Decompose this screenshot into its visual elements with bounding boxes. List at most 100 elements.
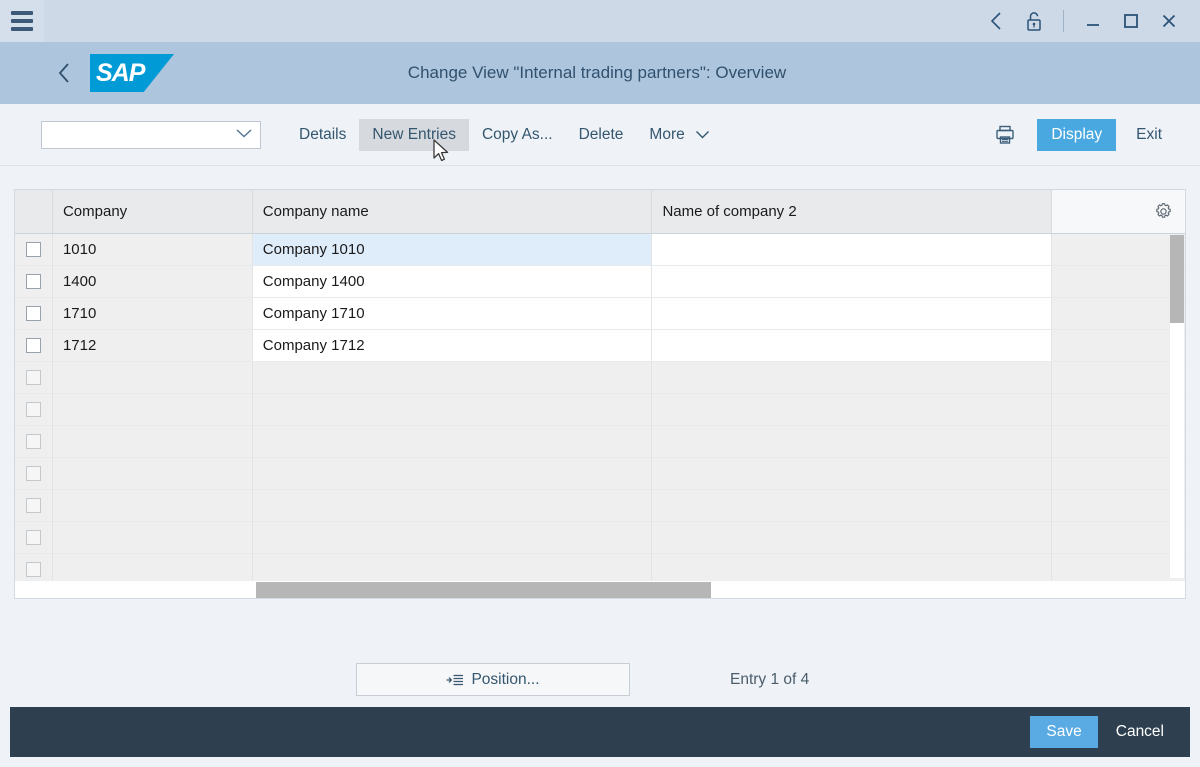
cell-company-name[interactable]: Company 1010 [252,234,653,265]
cell-tail [1052,330,1185,361]
select-all-header[interactable] [15,190,53,233]
copy-as-button[interactable]: Copy As... [469,119,566,151]
close-icon[interactable] [1150,0,1188,42]
table-body: 1010 Company 1010 1400 Company 1400 1710 Comp… [15,234,1185,586]
table-empty-row[interactable] [15,458,1185,490]
chevron-down-icon [695,126,710,143]
column-header-name-of-company-2[interactable]: Name of company 2 [652,190,1053,233]
position-button-label: Position... [471,670,540,688]
chevron-left-icon[interactable] [977,0,1015,42]
row-checkbox-cell[interactable] [15,394,53,425]
unlock-icon[interactable] [1015,0,1053,42]
cell-empty [1052,362,1185,393]
row-checkbox-cell[interactable] [15,266,53,297]
save-button[interactable]: Save [1030,716,1098,748]
row-checkbox-cell[interactable] [15,298,53,329]
entry-counter: Entry 1 of 4 [730,670,810,688]
gear-icon[interactable] [1154,202,1173,221]
cell-company[interactable]: 1400 [52,266,253,297]
row-checkbox[interactable] [25,242,41,257]
cell-name-of-company-2[interactable] [652,298,1053,329]
window-controls-divider [1063,10,1064,32]
row-checkbox-cell[interactable] [15,522,53,553]
cell-company[interactable]: 1710 [52,298,253,329]
cell-empty [52,490,253,521]
printer-icon[interactable] [985,115,1025,155]
position-button[interactable]: Position... [356,663,630,696]
row-checkbox-cell[interactable] [15,234,53,265]
cell-empty [1052,394,1185,425]
row-checkbox-cell[interactable] [15,362,53,393]
cell-name-of-company-2[interactable] [652,234,1053,265]
table-empty-row[interactable] [15,490,1185,522]
cell-company[interactable]: 1712 [52,330,253,361]
exit-button[interactable]: Exit [1124,119,1174,151]
column-header-company-name[interactable]: Company name [252,190,653,233]
back-chevron-icon[interactable] [38,42,90,104]
table-row[interactable]: 1400 Company 1400 [15,266,1185,298]
page-title: Change View "Internal trading partners":… [407,63,787,82]
goto-list-icon [446,673,464,687]
delete-button[interactable]: Delete [566,119,637,151]
cell-name-of-company-2[interactable] [652,330,1053,361]
cell-company-name[interactable]: Company 1712 [252,330,653,361]
table-vertical-scrollbar[interactable] [1170,235,1184,578]
row-checkbox[interactable] [25,562,41,577]
row-checkbox[interactable] [25,402,41,417]
row-checkbox[interactable] [25,434,41,449]
cancel-button[interactable]: Cancel [1104,716,1176,748]
cell-empty [252,522,653,553]
row-checkbox-cell[interactable] [15,490,53,521]
cell-empty [1052,458,1185,489]
cell-company-name[interactable]: Company 1400 [252,266,653,297]
hamburger-bar [11,27,33,31]
hamburger-icon[interactable] [0,0,44,42]
maximize-icon[interactable] [1112,0,1150,42]
new-entries-button[interactable]: New Entries [359,118,469,151]
table-empty-row[interactable] [15,394,1185,426]
row-checkbox[interactable] [25,338,41,353]
row-checkbox[interactable] [25,530,41,545]
column-header-company[interactable]: Company [52,190,253,233]
cell-empty [52,426,253,457]
row-checkbox[interactable] [25,498,41,513]
horizontal-scroll-thumb[interactable] [256,582,711,598]
table-row[interactable]: 1710 Company 1710 [15,298,1185,330]
display-button[interactable]: Display [1037,118,1117,151]
cell-empty [52,458,253,489]
cell-empty [52,362,253,393]
vertical-scroll-thumb[interactable] [1170,235,1184,323]
details-button[interactable]: Details [286,119,359,151]
row-checkbox-cell[interactable] [15,458,53,489]
row-checkbox[interactable] [25,274,41,289]
more-button[interactable]: More [636,119,723,151]
chevron-down-icon [235,126,253,144]
cell-company-name[interactable]: Company 1710 [252,298,653,329]
cell-empty [252,394,653,425]
cell-tail [1052,266,1185,297]
row-checkbox[interactable] [25,370,41,385]
table-row[interactable]: 1712 Company 1712 [15,330,1185,362]
table-row[interactable]: 1010 Company 1010 [15,234,1185,266]
cell-empty [1052,490,1185,521]
cell-name-of-company-2[interactable] [652,266,1053,297]
table-empty-row[interactable] [15,522,1185,554]
cell-empty [252,426,653,457]
table-empty-row[interactable] [15,362,1185,394]
cell-empty [52,522,253,553]
minimize-icon[interactable] [1074,0,1112,42]
table-header-row: Company Company name Name of company 2 [15,190,1185,234]
cell-company[interactable]: 1010 [52,234,253,265]
more-button-label: More [649,125,685,143]
table-horizontal-scrollbar[interactable] [15,580,1185,598]
page-header: SAP Change View "Internal trading partne… [0,42,1200,104]
table-empty-row[interactable] [15,426,1185,458]
footer-bar: Save Cancel [10,707,1190,757]
row-checkbox-cell[interactable] [15,426,53,457]
row-checkbox-cell[interactable] [15,330,53,361]
row-checkbox[interactable] [25,466,41,481]
window-controls [977,0,1200,42]
cell-empty [252,362,653,393]
row-checkbox[interactable] [25,306,41,321]
view-select-dropdown[interactable] [41,120,261,149]
